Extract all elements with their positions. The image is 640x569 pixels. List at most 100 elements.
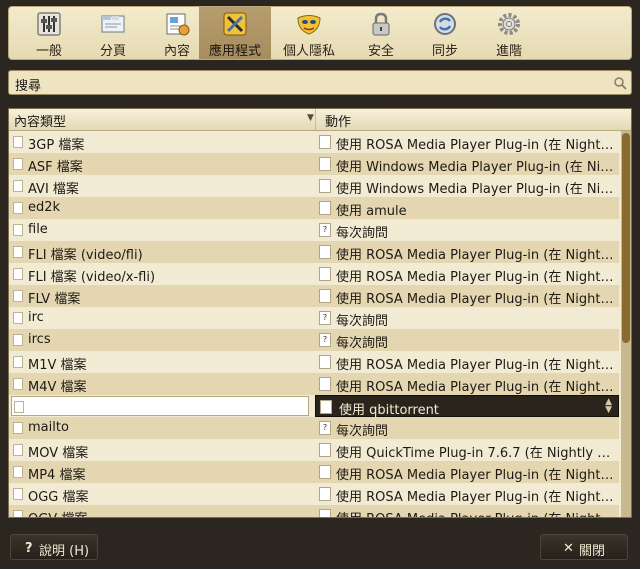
tab-applications-label: 應用程式 xyxy=(208,44,261,59)
table-rows: 3GP 檔案 使用 ROSA Media Player Plug-in (在 Ni… xyxy=(9,131,619,517)
plugin-icon xyxy=(319,179,331,193)
content-type-icon xyxy=(13,136,23,148)
column-action[interactable]: 動作 xyxy=(325,111,351,130)
tab-advanced-label: 進階 xyxy=(495,44,522,59)
content-type-icon xyxy=(13,180,23,192)
dropdown-arrows-icon[interactable]: ▲ ▼ xyxy=(605,398,612,415)
content-type-icon xyxy=(13,224,23,236)
content-type-icon xyxy=(13,378,23,390)
tab-general-label: 一般 xyxy=(35,44,62,59)
action-label[interactable]: 使用 amule xyxy=(336,200,616,219)
tab-tabs[interactable]: 分頁 xyxy=(77,7,149,59)
action-label[interactable]: 使用 ROSA Media Player Plug-in (在 Nightly … xyxy=(336,464,616,483)
tab-sync-label: 同步 xyxy=(431,44,458,59)
help-button-label: 說明 (H) xyxy=(39,544,90,559)
action-label[interactable]: 使用 ROSA Media Player Plug-in (在 Nightly … xyxy=(336,376,616,395)
search-icon[interactable] xyxy=(613,76,627,90)
tab-privacy[interactable]: 個人隱私 xyxy=(273,7,345,59)
action-label[interactable]: 每次詢問 xyxy=(336,420,616,439)
column-divider[interactable] xyxy=(315,109,316,130)
tab-tabs-label: 分頁 xyxy=(99,44,126,59)
tab-security[interactable]: 安全 xyxy=(345,7,417,59)
table-row[interactable]: 3GP 檔案 使用 ROSA Media Player Plug-in (在 Ni… xyxy=(9,131,619,153)
content-type-icon xyxy=(13,202,23,214)
close-button[interactable]: ✕ 關閉 xyxy=(540,534,628,560)
action-label[interactable]: 每次詢問 xyxy=(336,310,616,329)
ask-icon: ? xyxy=(319,311,331,325)
vertical-scrollbar[interactable] xyxy=(621,131,631,517)
plugin-icon xyxy=(319,157,331,171)
content-type-label: MOV 檔案 xyxy=(28,446,89,461)
action-label[interactable]: 使用 ROSA Media Player Plug-in (在 Nightly … xyxy=(336,486,616,505)
content-type-label: file xyxy=(28,222,48,237)
content-type-edit-cell[interactable] xyxy=(11,396,309,416)
action-label[interactable]: 使用 ROSA Media Player Plug-in (在 Nightly … xyxy=(336,354,616,373)
table-row[interactable]: ircs? 每次詢問 xyxy=(9,329,619,351)
action-label[interactable]: 使用 ROSA Media Player Plug-in (在 Nightly … xyxy=(336,244,616,263)
search-input[interactable]: 搜尋 xyxy=(8,70,632,95)
table-row[interactable]: file? 每次詢問 xyxy=(9,219,619,241)
plugin-icon xyxy=(319,355,331,369)
table-row[interactable]: irc? 每次詢問 xyxy=(9,307,619,329)
content-type-label: OGV 檔案 xyxy=(28,508,87,517)
content-type-label: ASF 檔案 xyxy=(28,160,83,175)
action-label[interactable]: 每次詢問 xyxy=(336,332,616,351)
close-icon: ✕ xyxy=(563,541,574,556)
action-label[interactable]: 使用 ROSA Media Player Plug-in (在 Nightly … xyxy=(336,508,616,517)
tab-sync[interactable]: 同步 xyxy=(409,7,481,59)
action-dropdown[interactable]: 使用 qbittorrent ▲ ▼ xyxy=(315,395,619,418)
scrollbar-thumb[interactable] xyxy=(622,133,630,343)
content-type-label: AVI 檔案 xyxy=(28,182,79,197)
tab-security-label: 安全 xyxy=(367,44,394,59)
content-type-icon xyxy=(13,444,23,456)
table-row[interactable]: FLI 檔案 (video/fli) 使用 ROSA Media Player P… xyxy=(9,241,619,263)
tab-advanced[interactable]: 進階 xyxy=(473,7,545,59)
table-row[interactable]: MP4 檔案 使用 ROSA Media Player Plug-in (在 Ni… xyxy=(9,461,619,483)
tabs-icon xyxy=(101,15,125,33)
table-row[interactable]: M1V 檔案 使用 ROSA Media Player Plug-in (在 Ni… xyxy=(9,351,619,373)
table-row[interactable]: M4V 檔案 使用 ROSA Media Player Plug-in (在 Ni… xyxy=(9,373,619,395)
content-type-label: M4V 檔案 xyxy=(28,380,87,395)
plugin-icon xyxy=(319,465,331,479)
help-button[interactable]: ? 說明 (H) xyxy=(10,534,98,560)
content-type-icon xyxy=(13,268,23,280)
action-label[interactable]: 使用 QuickTime Plug-in 7.6.7 (在 Nightly 開啟… xyxy=(336,442,616,461)
content-type-label: irc xyxy=(28,310,44,325)
table-row[interactable]: ed2k 使用 amule xyxy=(9,197,619,219)
content-type-icon xyxy=(13,466,23,478)
plugin-icon xyxy=(319,443,331,457)
action-label[interactable]: 使用 ROSA Media Player Plug-in (在 Nightly … xyxy=(336,266,616,285)
action-label[interactable]: 使用 Windows Media Player Plug-in (在 Night… xyxy=(336,156,616,175)
preferences-toolbar: 一般 分頁 內容 應用程式 個人隱私 安全 同步 進階 xyxy=(8,6,632,60)
table-row[interactable]: mailto? 每次詢問 xyxy=(9,417,619,439)
table-row[interactable]: AVI 檔案 使用 Windows Media Player Plug-in (在… xyxy=(9,175,619,197)
table-row[interactable]: 使用 qbittorrent ▲ ▼ xyxy=(9,395,619,418)
content-icon xyxy=(166,13,190,36)
table-row[interactable]: FLI 檔案 (video/x-fli) 使用 ROSA Media Player… xyxy=(9,263,619,285)
table-row[interactable]: OGV 檔案 使用 ROSA Media Player Plug-in (在 Ni… xyxy=(9,505,619,517)
ask-icon: ? xyxy=(319,223,331,237)
table-row[interactable]: MOV 檔案 使用 QuickTime Plug-in 7.6.7 (在 Nigh… xyxy=(9,439,619,461)
action-label[interactable]: 每次詢問 xyxy=(336,222,616,241)
table-row[interactable]: FLV 檔案 使用 ROSA Media Player Plug-in (在 Ni… xyxy=(9,285,619,307)
sort-down-icon: ▼ xyxy=(307,113,314,123)
plugin-icon xyxy=(319,509,331,517)
content-type-label: ed2k xyxy=(28,200,61,215)
table-row[interactable]: ASF 檔案 使用 Windows Media Player Plug-in (在… xyxy=(9,153,619,175)
applications-icon xyxy=(223,12,247,36)
action-label[interactable]: 使用 ROSA Media Player Plug-in (在 Nightly … xyxy=(336,134,616,153)
application-icon xyxy=(319,201,331,215)
action-label[interactable]: 使用 ROSA Media Player Plug-in (在 Nightly … xyxy=(336,288,616,307)
content-type-icon xyxy=(13,334,23,346)
content-type-label: FLV 檔案 xyxy=(28,292,81,307)
tab-general[interactable]: 一般 xyxy=(13,7,85,59)
plugin-icon xyxy=(319,289,331,303)
plugin-icon xyxy=(319,135,331,149)
column-content-type[interactable]: 內容類型 xyxy=(14,111,66,130)
action-label[interactable]: 使用 Windows Media Player Plug-in (在 Night… xyxy=(336,178,616,197)
tab-applications[interactable]: 應用程式 xyxy=(199,7,271,59)
content-type-icon xyxy=(13,158,23,170)
table-row[interactable]: OGG 檔案 使用 ROSA Media Player Plug-in (在 Ni… xyxy=(9,483,619,505)
plugin-icon xyxy=(319,267,331,281)
content-type-label: mailto xyxy=(28,420,69,435)
